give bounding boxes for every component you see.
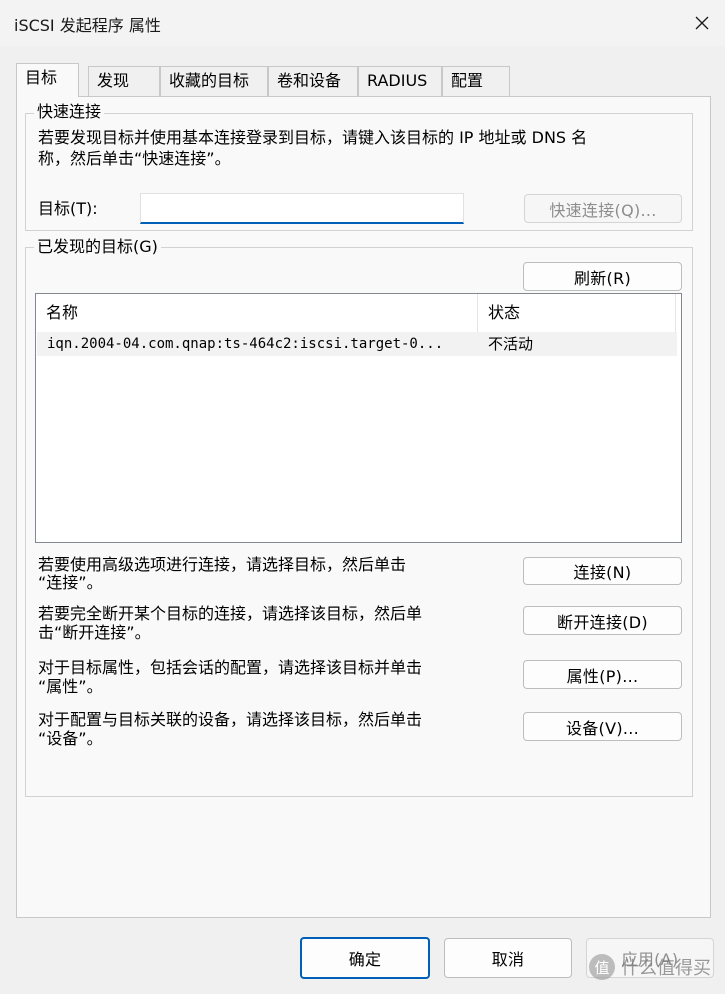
- column-header-name[interactable]: 名称: [36, 294, 478, 332]
- properties-description-line2: “属性”。: [38, 677, 103, 696]
- tab-volumes-devices[interactable]: 卷和设备: [268, 66, 358, 96]
- watermark-text: 什么值得买: [621, 958, 711, 979]
- quick-connect-description-line2: 称，然后单击“快速连接”。: [38, 149, 231, 168]
- refresh-button[interactable]: 刷新(R): [523, 262, 682, 291]
- connect-button[interactable]: 连接(N): [523, 557, 682, 585]
- watermark: 值 什么值得买: [589, 954, 711, 980]
- cancel-button[interactable]: 取消: [444, 938, 572, 978]
- table-row[interactable]: iqn.2004-04.com.qnap:ts-464c2:iscsi.targ…: [37, 332, 677, 356]
- target-input[interactable]: [140, 193, 464, 224]
- ok-button[interactable]: 确定: [300, 937, 430, 979]
- quick-connect-button[interactable]: 快速连接(Q)...: [524, 194, 682, 223]
- window-title: iSCSI 发起程序 属性: [14, 16, 161, 35]
- tab-targets[interactable]: 目标: [16, 63, 79, 97]
- column-header-status[interactable]: 状态: [478, 294, 676, 332]
- target-status-cell: 不活动: [488, 335, 534, 353]
- tab-panel: 快速连接 若要发现目标并使用基本连接登录到目标，请键入该目标的 IP 地址或 D…: [16, 96, 711, 918]
- quick-connect-description-line1: 若要发现目标并使用基本连接登录到目标，请键入该目标的 IP 地址或 DNS 名: [38, 128, 588, 147]
- disconnect-description-line1: 若要完全断开某个目标的连接，请选择该目标，然后单: [38, 604, 423, 623]
- targets-list[interactable]: 名称 状态 iqn.2004-04.com.qnap:ts-464c2:iscs…: [35, 293, 682, 543]
- target-name-cell: iqn.2004-04.com.qnap:ts-464c2:iscsi.targ…: [47, 336, 444, 352]
- quick-connect-label: 快速连接: [34, 102, 105, 122]
- tab-discovery[interactable]: 发现: [88, 66, 160, 96]
- disconnect-button[interactable]: 断开连接(D): [523, 606, 682, 635]
- disconnect-description-line2: 击“断开连接”。: [38, 623, 151, 642]
- devices-description-line1: 对于配置与目标关联的设备，请选择该目标，然后单击: [38, 710, 423, 729]
- tab-radius[interactable]: RADIUS: [358, 66, 442, 96]
- close-button[interactable]: [679, 0, 725, 46]
- tab-favorite-targets[interactable]: 收藏的目标: [160, 66, 268, 96]
- target-label: 目标(T):: [38, 199, 98, 218]
- properties-button[interactable]: 属性(P)...: [523, 660, 682, 689]
- watermark-badge-icon: 值: [589, 954, 615, 980]
- close-icon: [695, 16, 709, 30]
- tab-configuration[interactable]: 配置: [442, 66, 510, 96]
- devices-button[interactable]: 设备(V)...: [523, 712, 682, 741]
- properties-description-line1: 对于目标属性，包括会话的配置，请选择该目标并单击: [38, 658, 423, 677]
- connect-description-line2: “连接”。: [38, 573, 103, 592]
- title-bar: iSCSI 发起程序 属性: [0, 0, 725, 46]
- discovered-targets-label: 已发现的目标(G): [34, 237, 161, 257]
- devices-description-line2: “设备”。: [38, 729, 103, 748]
